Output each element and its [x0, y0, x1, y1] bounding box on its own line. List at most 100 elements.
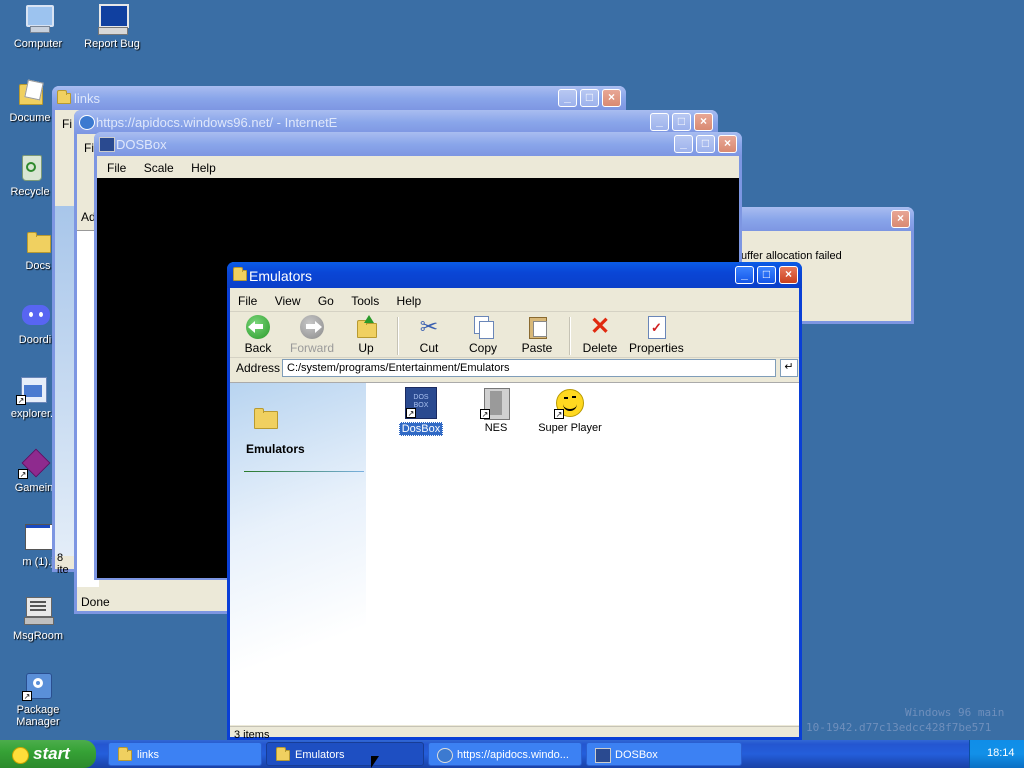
clock[interactable]: 18:14 — [987, 747, 1015, 759]
taskbar-item-emulators[interactable]: Emulators — [266, 742, 424, 766]
taskbar-item-internet-explorer[interactable]: https://apidocs.windo... — [428, 742, 582, 766]
scissors-icon: ✂ — [419, 314, 439, 339]
copy-icon — [471, 315, 495, 339]
back-arrow-icon — [246, 315, 270, 339]
desktop-icon-msgroom[interactable]: MsgRoom — [0, 595, 76, 642]
emulators-window[interactable]: Emulators _ □ × File View Go Tools Help … — [227, 262, 802, 741]
paste-button[interactable]: Paste — [512, 315, 562, 355]
start-button[interactable]: start — [0, 740, 96, 768]
address-go-button[interactable]: ↵ — [780, 359, 798, 377]
recycle-bin-icon — [14, 151, 46, 183]
menu-go[interactable]: Go — [311, 289, 341, 308]
properties-label: Properties — [629, 341, 684, 355]
close-button[interactable]: × — [694, 113, 713, 131]
window-title: Emulators — [249, 268, 313, 284]
file-label: DosBox — [398, 422, 444, 436]
up-button[interactable]: Up — [341, 315, 391, 355]
documents-icon — [14, 77, 46, 109]
menu-file[interactable]: File — [97, 156, 133, 175]
paste-clipboard-icon — [525, 315, 549, 339]
links-window-titlebar[interactable]: links _ □ × — [52, 86, 626, 110]
close-button[interactable]: × — [779, 266, 798, 284]
desktop-icon-label: MsgRoom — [12, 630, 64, 642]
close-button[interactable]: × — [602, 89, 621, 107]
desktop: Computer Report Bug Docume Recycle Docs — [0, 0, 1024, 741]
folder-icon — [22, 225, 54, 257]
folder-sidebar: Emulators — [230, 383, 366, 725]
delete-label: Delete — [582, 341, 618, 355]
address-value: C:/system/programs/Entertainment/Emulato… — [287, 362, 510, 374]
file-item-nes[interactable]: ↗ NES — [473, 387, 519, 434]
copy-button[interactable]: Copy — [458, 315, 508, 355]
file-label: Super Player — [538, 422, 602, 434]
file-item-dosbox[interactable]: DOS BOX ↗ DosBox — [398, 387, 444, 436]
dosbox-window-titlebar[interactable]: DOSBox _ □ × — [94, 132, 742, 156]
up-folder-icon — [354, 315, 378, 339]
file-item-super-player[interactable]: ↗ Super Player — [530, 387, 610, 434]
emulators-menubar: File View Go Tools Help — [230, 289, 799, 312]
desktop-icon-package-manager[interactable]: ↗ Package Manager — [0, 669, 76, 728]
address-label: Address — [236, 361, 281, 375]
sidebar-title: Emulators — [246, 442, 305, 456]
folder-icon — [233, 267, 247, 281]
back-label: Back — [244, 341, 272, 355]
emulators-window-titlebar[interactable]: Emulators _ □ × — [227, 262, 802, 288]
back-button[interactable]: Back — [233, 315, 283, 355]
internet-explorer-icon — [79, 115, 95, 130]
file-view[interactable]: Emulators DOS BOX ↗ DosBox ↗ NES ↗ Super… — [230, 382, 799, 725]
menu-file[interactable]: File — [230, 289, 264, 308]
address-input[interactable]: C:/system/programs/Entertainment/Emulato… — [282, 359, 776, 377]
menu-scale[interactable]: Scale — [137, 156, 181, 175]
links-sidebar — [55, 206, 75, 556]
forward-arrow-icon — [300, 315, 324, 339]
window-title: DOSBox — [116, 137, 167, 152]
desktop-icon-label: Computer — [13, 38, 63, 50]
close-button[interactable]: × — [718, 135, 737, 153]
taskbar-item-label: links — [137, 749, 160, 761]
maximize-button[interactable]: □ — [580, 89, 599, 107]
maximize-button[interactable]: □ — [672, 113, 691, 131]
menu-help[interactable]: Help — [390, 289, 429, 308]
taskbar-item-dosbox[interactable]: DOSBox — [586, 742, 742, 766]
minimize-button[interactable]: _ — [558, 89, 577, 107]
computer-icon — [22, 3, 54, 35]
menu-help[interactable]: Help — [184, 156, 223, 175]
status-text: Done — [81, 595, 110, 609]
close-button[interactable]: × — [891, 210, 910, 228]
taskbar-item-label: https://apidocs.windo... — [457, 749, 569, 761]
ie-window-titlebar[interactable]: https://apidocs.windows96.net/ - Interne… — [74, 110, 718, 134]
minimize-button[interactable]: _ — [674, 135, 693, 153]
toolbar-separator — [569, 317, 571, 355]
file-label: NES — [484, 422, 508, 434]
taskbar-item-label: DOSBox — [615, 749, 658, 761]
minimize-button[interactable]: _ — [650, 113, 669, 131]
menu-view[interactable]: View — [268, 289, 308, 308]
links-status-bar: 8 ite — [55, 549, 75, 576]
window-title: links — [74, 91, 101, 106]
super-player-icon: ↗ — [554, 387, 586, 419]
maximize-button[interactable]: □ — [696, 135, 715, 153]
forward-button[interactable]: Forward — [287, 315, 337, 355]
taskbar: start links Emulators https://apidocs.wi… — [0, 740, 1024, 768]
report-bug-icon — [96, 3, 129, 35]
minimize-button[interactable]: _ — [735, 266, 754, 284]
dosbox-icon: DOS BOX ↗ — [405, 387, 437, 419]
game-cube-icon: ↗ — [18, 447, 51, 479]
emulators-status-bar: 3 items — [230, 726, 799, 741]
build-watermark-line2: 10-1942.d77c13edcc428f7be571 — [806, 721, 992, 734]
package-manager-icon: ↗ — [22, 669, 54, 701]
internet-explorer-icon — [437, 748, 453, 763]
desktop-icon-label: Package Manager — [16, 704, 60, 728]
desktop-icon-computer[interactable]: Computer — [0, 3, 76, 50]
copy-label: Copy — [468, 341, 497, 355]
maximize-button[interactable]: □ — [757, 266, 776, 284]
delete-button[interactable]: ✕ Delete — [575, 315, 625, 356]
properties-button[interactable]: ✓ Properties — [629, 315, 684, 355]
menu-tools[interactable]: Tools — [344, 289, 386, 308]
msgroom-icon — [22, 595, 54, 627]
taskbar-item-links[interactable]: links — [108, 742, 262, 766]
cut-button[interactable]: ✂ Cut — [404, 314, 454, 356]
sidebar-divider — [244, 471, 364, 472]
desktop-icon-report-bug[interactable]: Report Bug — [74, 3, 150, 50]
cut-label: Cut — [419, 341, 439, 355]
